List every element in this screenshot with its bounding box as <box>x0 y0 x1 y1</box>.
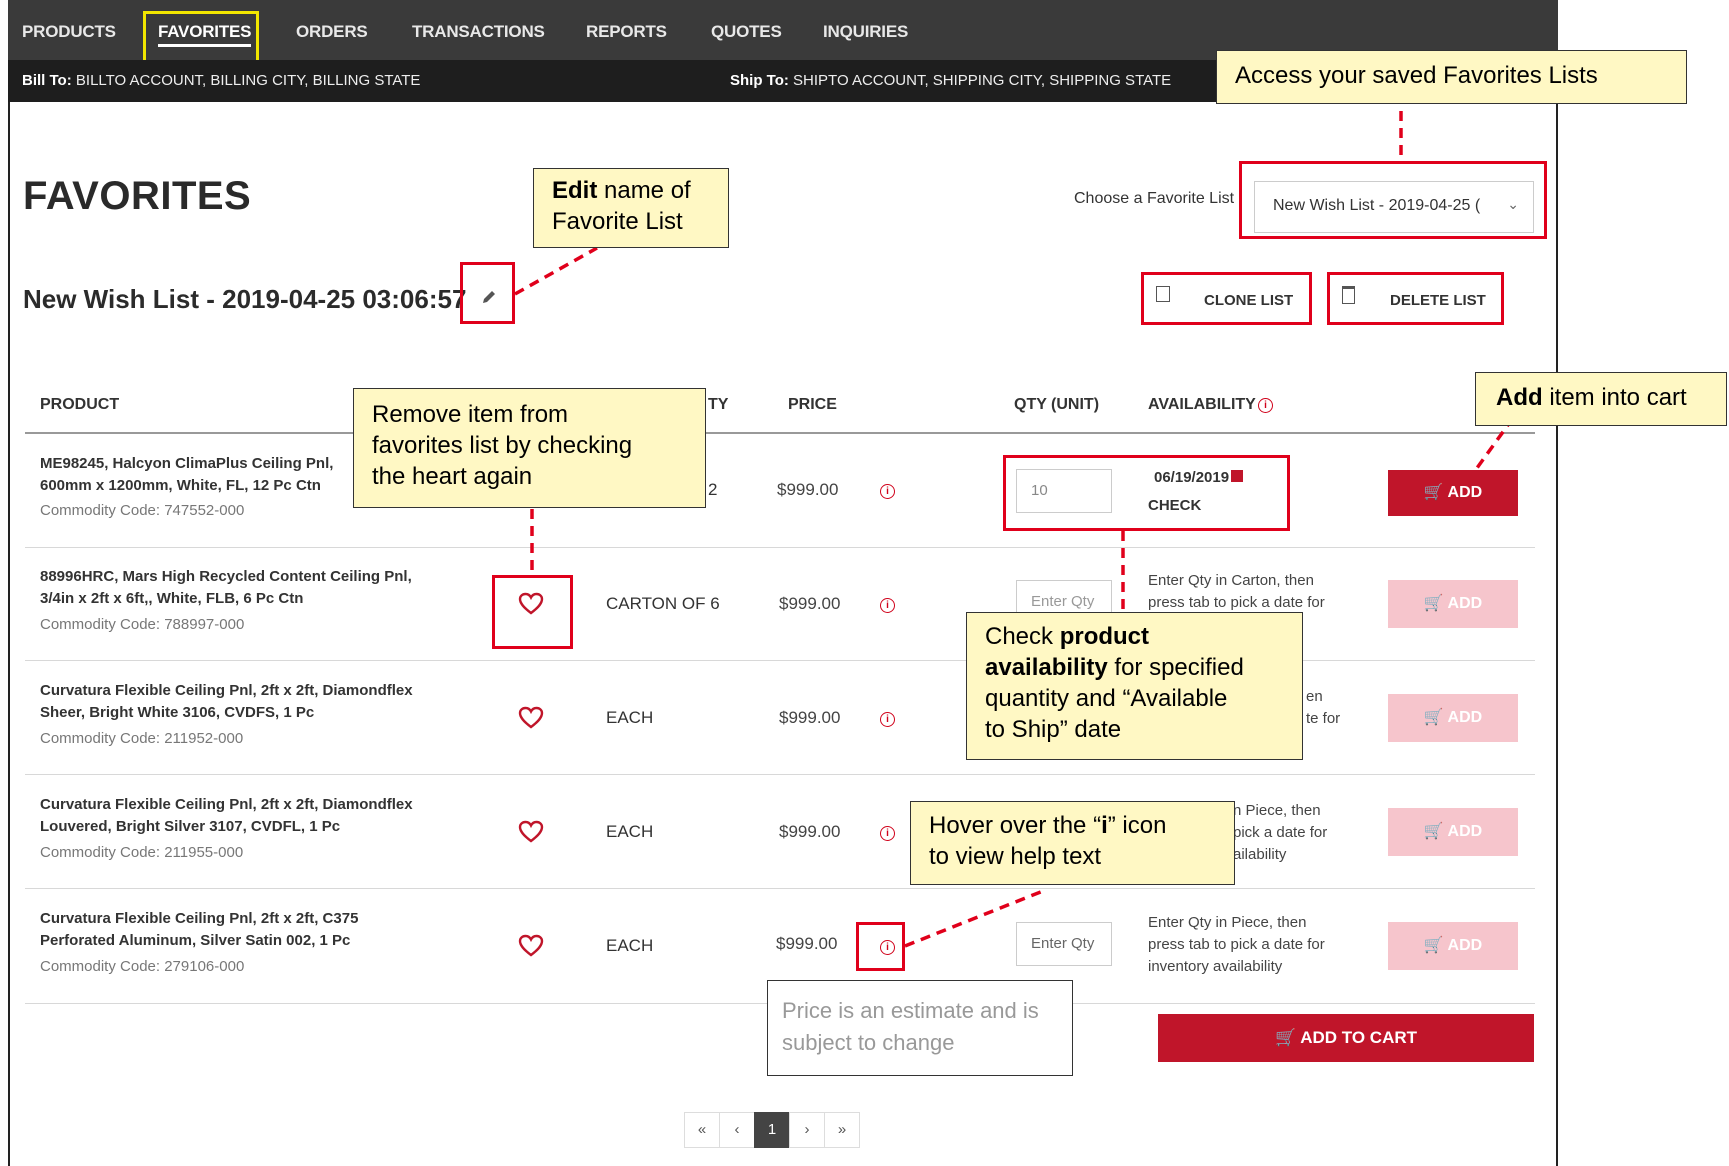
callout-remove-line: Remove item from <box>372 401 569 428</box>
callout-check-text: Check <box>985 623 1060 650</box>
callout-check-text: to Ship” date <box>985 716 1122 743</box>
callout-hover-text: Hover over the “ <box>929 812 1102 839</box>
callout-remove-line: favorites list by checking <box>372 432 633 459</box>
callout-check-availability: Check product availability for specified q… <box>966 612 1303 760</box>
callout-edit-bold: Edit <box>552 177 598 204</box>
callout-add-text: item into cart <box>1542 384 1687 411</box>
callout-hover-text: to view help text <box>929 843 1102 870</box>
callout-hover-info: Hover over the “i” icon to view help text <box>910 801 1235 885</box>
callout-check-text: for specified <box>1107 654 1244 681</box>
callout-edit-text: Favorite List <box>552 208 683 235</box>
callout-hover-text: ” icon <box>1107 812 1167 839</box>
annotation-connectors <box>514 94 1515 948</box>
callout-check-bold: product <box>1059 623 1150 650</box>
callout-edit-text: name of <box>597 177 691 204</box>
callout-favorites-lists: Access your saved Favorites Lists <box>1216 50 1687 104</box>
callout-add-bold: Add <box>1496 384 1543 411</box>
callout-check-bold: availability <box>985 654 1108 681</box>
callout-hover-bold: i <box>1101 812 1108 839</box>
callout-check-text: quantity and “Available <box>985 685 1228 712</box>
callout-add-item: Add item into cart <box>1475 372 1727 426</box>
callout-remove-item: Remove item from favorites list by checki… <box>353 388 706 508</box>
callout-remove-line: the heart again <box>372 463 533 490</box>
callout-edit-name: Edit name of Favorite List <box>533 168 729 248</box>
